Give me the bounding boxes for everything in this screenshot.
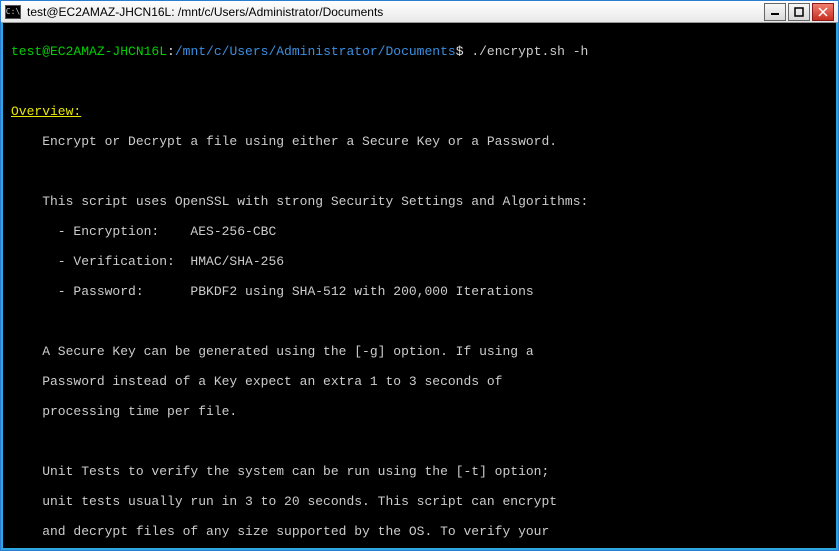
window-title: test@EC2AMAZ-JHCN16L: /mnt/c/Users/Admin… xyxy=(27,5,764,19)
output-line: processing time per file. xyxy=(11,404,828,419)
output-line: Encrypt or Decrypt a file using either a… xyxy=(11,134,828,149)
close-icon xyxy=(818,7,828,17)
app-icon: C:\ xyxy=(5,5,21,19)
prompt-line: test@EC2AMAZ-JHCN16L:/mnt/c/Users/Admini… xyxy=(11,44,828,59)
output-line: Password instead of a Key expect an extr… xyxy=(11,374,828,389)
output-line xyxy=(11,314,828,329)
output-line xyxy=(11,434,828,449)
output-line: Unit Tests to verify the system can be r… xyxy=(11,464,828,479)
minimize-button[interactable] xyxy=(764,3,786,21)
output-line xyxy=(11,74,828,89)
prompt-sep: : xyxy=(167,44,175,59)
overview-heading: Overview: xyxy=(11,104,81,119)
output-line: and decrypt files of any size supported … xyxy=(11,524,828,539)
section-header-overview: Overview: xyxy=(11,104,828,119)
prompt-path: /mnt/c/Users/Administrator/Documents xyxy=(175,44,456,59)
minimize-icon xyxy=(770,7,780,17)
titlebar[interactable]: C:\ test@EC2AMAZ-JHCN16L: /mnt/c/Users/A… xyxy=(1,1,838,23)
maximize-button[interactable] xyxy=(788,3,810,21)
output-line: A Secure Key can be generated using the … xyxy=(11,344,828,359)
prompt-user-host: test@EC2AMAZ-JHCN16L xyxy=(11,44,167,59)
close-button[interactable] xyxy=(812,3,834,21)
window-controls xyxy=(764,3,834,21)
output-line: - Password: PBKDF2 using SHA-512 with 20… xyxy=(11,284,828,299)
maximize-icon xyxy=(794,7,804,17)
prompt-sigil: $ xyxy=(456,44,464,59)
output-line: - Encryption: AES-256-CBC xyxy=(11,224,828,239)
output-line: unit tests usually run in 3 to 20 second… xyxy=(11,494,828,509)
terminal-window: C:\ test@EC2AMAZ-JHCN16L: /mnt/c/Users/A… xyxy=(0,0,839,551)
terminal-body[interactable]: test@EC2AMAZ-JHCN16L:/mnt/c/Users/Admini… xyxy=(1,23,838,550)
prompt-command: ./encrypt.sh -h xyxy=(464,44,589,59)
output-line: This script uses OpenSSL with strong Sec… xyxy=(11,194,828,209)
output-line xyxy=(11,164,828,179)
output-line: - Verification: HMAC/SHA-256 xyxy=(11,254,828,269)
